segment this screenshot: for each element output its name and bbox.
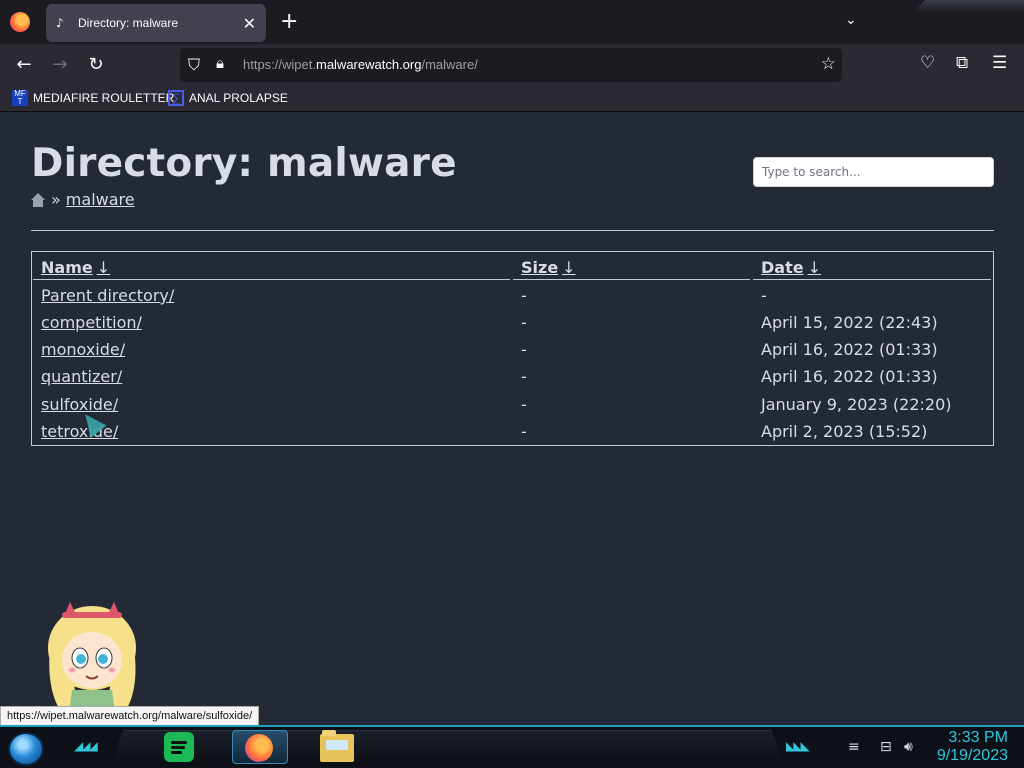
- divider: [31, 230, 994, 231]
- tracking-protection-shield-icon[interactable]: ⛉: [188, 55, 200, 75]
- header-underline: [33, 279, 510, 280]
- tab-directory-malware[interactable]: ♪ Directory: malware ✕: [46, 4, 266, 42]
- volume-icon[interactable]: 🔊︎: [904, 739, 913, 755]
- entry-date: April 2, 2023 (15:52): [761, 422, 928, 441]
- tray-overflow-icon[interactable]: ≡: [848, 739, 860, 755]
- entry-size: -: [521, 422, 527, 441]
- decorative-stripes: ◢◢◢: [74, 739, 98, 753]
- lock-icon[interactable]: 🔒︎: [216, 54, 224, 72]
- page-title: Directory: malware: [31, 141, 457, 186]
- entry-date: April 15, 2022 (22:43): [761, 313, 938, 332]
- status-link-preview: https://wipet.malwarewatch.org/malware/s…: [0, 706, 260, 726]
- taskbar: ◢◢◢ ◣◣◣ ≡ ⊟ 🔊︎ 3:33 PM 9/19/2023: [0, 725, 1024, 768]
- column-header-size[interactable]: Size ↓: [521, 258, 576, 277]
- column-header-date[interactable]: Date ↓: [761, 258, 821, 277]
- table-row: monoxide/ - April 16, 2022 (01:33): [32, 340, 993, 367]
- page-content: Directory: malware » malware Name↓ Size↓…: [0, 113, 1024, 725]
- bookmark-mediafire-roulette[interactable]: MF T MEDIAFIRE ROULETTER: [12, 90, 174, 106]
- tab-close-icon[interactable]: ✕: [243, 14, 256, 33]
- table-row: sulfoxide/ - January 9, 2023 (22:20): [32, 395, 993, 422]
- extensions-puzzle-icon[interactable]: ⧉: [956, 53, 968, 73]
- table-row: quantizer/ - April 16, 2022 (01:33): [32, 367, 993, 394]
- network-icon[interactable]: ⊟: [880, 739, 892, 755]
- entry-link[interactable]: Parent directory/: [41, 286, 174, 305]
- system-clock[interactable]: 3:33 PM 9/19/2023: [937, 729, 1008, 765]
- tab-title: Directory: malware: [78, 16, 179, 30]
- url-text[interactable]: https://wipet.malwarewatch.org/malware/: [243, 57, 478, 72]
- decorative-stripes: ◣◣◣: [786, 739, 810, 753]
- firefox-taskbar-button[interactable]: [232, 730, 288, 764]
- tab-favicon-icon: ♪: [56, 16, 64, 30]
- new-tab-button[interactable]: +: [280, 10, 298, 34]
- forward-button[interactable]: →: [47, 52, 73, 78]
- window-decoration: [914, 0, 1024, 12]
- home-icon[interactable]: [31, 192, 45, 207]
- reload-button[interactable]: ↻: [83, 52, 109, 78]
- spotify-icon[interactable]: [164, 732, 194, 762]
- entry-size: -: [521, 286, 527, 305]
- bookmark-label: MEDIAFIRE ROULETTER: [33, 91, 175, 105]
- breadcrumb-link-malware[interactable]: malware: [66, 190, 135, 209]
- tab-strip: ♪ Directory: malware ✕ + ⌄: [0, 0, 1024, 44]
- table-row: tetroxide/ - April 2, 2023 (15:52): [32, 422, 993, 449]
- header-underline: [513, 279, 750, 280]
- entry-link[interactable]: sulfoxide/: [41, 395, 118, 414]
- navigation-toolbar: ← → ↻ ⛉ 🔒︎ https://wipet.malwarewatch.or…: [0, 44, 1024, 86]
- entry-date: April 16, 2022 (01:33): [761, 367, 938, 386]
- start-button[interactable]: [8, 732, 44, 766]
- address-bar[interactable]: ⛉ 🔒︎ https://wipet.malwarewatch.org/malw…: [180, 48, 842, 82]
- entry-size: -: [521, 340, 527, 359]
- entry-date: January 9, 2023 (22:20): [761, 395, 952, 414]
- cartoon-mascot-image: [48, 602, 136, 720]
- sort-arrow-icon[interactable]: ↓: [562, 258, 575, 277]
- column-header-name[interactable]: Name ↓: [41, 258, 110, 277]
- firefox-view-icon[interactable]: [10, 12, 30, 32]
- clock-time: 3:33 PM: [948, 729, 1008, 746]
- app-menu-hamburger-icon[interactable]: ☰: [992, 53, 1007, 73]
- breadcrumb-separator: »: [51, 190, 61, 209]
- breadcrumb: » malware: [31, 190, 135, 209]
- entry-date: -: [761, 286, 767, 305]
- entry-link[interactable]: competition/: [41, 313, 142, 332]
- mediafire-bookmark-icon: MF T: [12, 90, 28, 106]
- bookmark-star-icon[interactable]: ☆: [821, 54, 836, 74]
- bookmark-label: ANAL PROLAPSE: [189, 91, 288, 105]
- list-all-tabs-chevron-icon[interactable]: ⌄: [845, 12, 857, 28]
- bookmarks-toolbar: MF T MEDIAFIRE ROULETTER ∑ ANAL PROLAPSE: [0, 86, 1024, 112]
- entry-link[interactable]: quantizer/: [41, 367, 122, 386]
- sort-arrow-icon[interactable]: ↓: [97, 258, 110, 277]
- file-explorer-icon[interactable]: [320, 730, 354, 762]
- entry-link[interactable]: monoxide/: [41, 340, 125, 359]
- entry-date: April 16, 2022 (01:33): [761, 340, 938, 359]
- firefox-icon: [245, 734, 273, 762]
- entry-size: -: [521, 395, 527, 414]
- directory-listing-table: Name ↓ Size ↓ Date ↓ Parent directory/ - - …: [31, 251, 994, 446]
- entry-size: -: [521, 313, 527, 332]
- bookmark-anal-prolapse[interactable]: ∑ ANAL PROLAPSE: [168, 90, 288, 106]
- pocket-icon[interactable]: ♡: [920, 53, 935, 73]
- table-row: Parent directory/ - -: [32, 286, 993, 313]
- clock-date: 9/19/2023: [936, 747, 1008, 764]
- sort-arrow-icon[interactable]: ↓: [808, 258, 821, 277]
- back-button[interactable]: ←: [11, 52, 37, 78]
- sigma-bookmark-icon: ∑: [168, 90, 184, 106]
- search-input[interactable]: [753, 157, 994, 187]
- header-underline: [753, 279, 991, 280]
- taskbar-frame: [110, 730, 785, 766]
- entry-size: -: [521, 367, 527, 386]
- table-row: competition/ - April 15, 2022 (22:43): [32, 313, 993, 340]
